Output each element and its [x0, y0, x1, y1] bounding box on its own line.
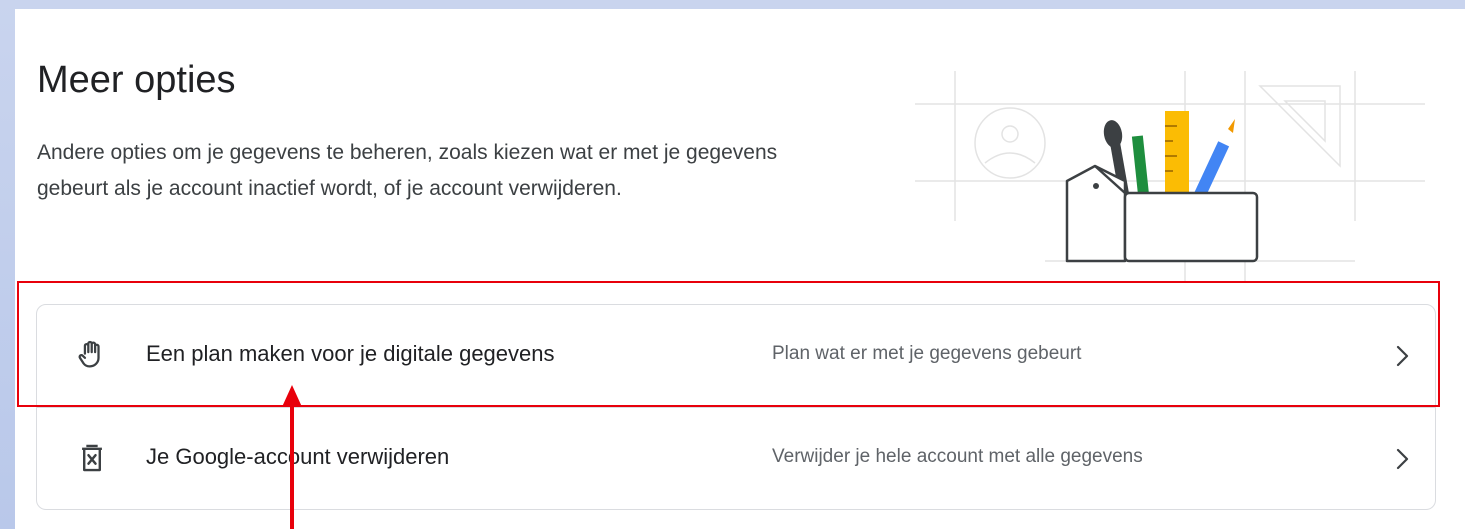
option-delete-account[interactable]: Je Google-account verwijderen Verwijder … [37, 408, 1435, 509]
chevron-right-icon [1396, 345, 1409, 367]
section-description: Andere opties om je gegevens te beheren,… [37, 141, 778, 200]
hand-icon [78, 340, 100, 368]
more-options-panel: Meer opties Andere opties om je gegevens… [15, 9, 1465, 529]
delete-bin-icon [82, 444, 102, 472]
option-title: Je Google-account verwijderen [146, 444, 450, 469]
options-card: Een plan maken voor je digitale gegevens… [36, 304, 1436, 510]
chevron-right-icon [1396, 448, 1409, 470]
section-title: Meer opties [37, 59, 236, 101]
option-subtitle: Verwijder je hele account met alle gegev… [772, 446, 1143, 467]
toolbox-illustration [915, 71, 1425, 281]
option-title: Een plan maken voor je digitale gegevens [146, 341, 555, 366]
option-subtitle: Plan wat er met je gegevens gebeurt [772, 343, 1082, 364]
option-digital-plan[interactable]: Een plan maken voor je digitale gegevens… [37, 305, 1435, 407]
